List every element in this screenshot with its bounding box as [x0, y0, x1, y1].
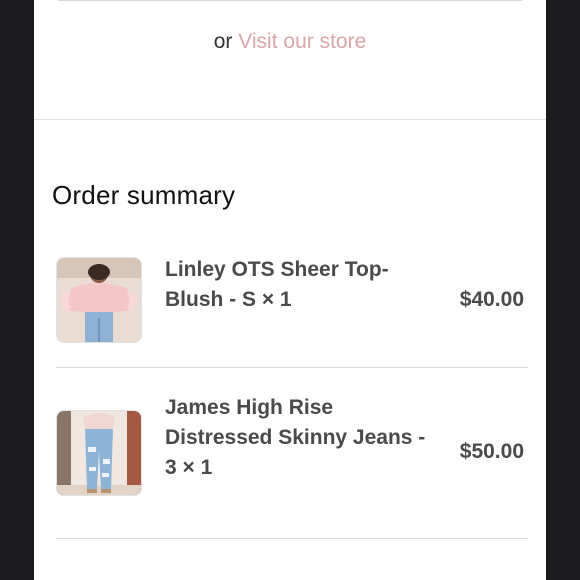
item-name: Linley OTS Sheer Top- Blush - S × 1 — [165, 258, 389, 311]
row-divider — [56, 367, 528, 368]
visit-store-row: or Visit our store — [34, 30, 546, 54]
item-price: $40.00 — [459, 288, 524, 311]
checkout-page: or Visit our store Order summary Linley … — [34, 0, 546, 580]
order-item: Linley OTS Sheer Top- Blush - S × 1 $40.… — [34, 255, 546, 345]
row-divider — [56, 538, 528, 539]
item-name: James High Rise Distressed Skinny Jeans … — [165, 396, 426, 479]
product-thumbnail — [56, 410, 142, 496]
visit-store-link[interactable]: Visit our store — [238, 30, 366, 53]
item-price: $50.00 — [459, 440, 524, 463]
product-thumbnail — [56, 257, 142, 343]
order-item: James High Rise Distressed Skinny Jeans … — [34, 393, 546, 496]
section-divider — [34, 119, 546, 120]
field-bottom-border — [58, 0, 522, 1]
or-text: or — [213, 30, 233, 53]
order-summary-title: Order summary — [52, 180, 236, 210]
